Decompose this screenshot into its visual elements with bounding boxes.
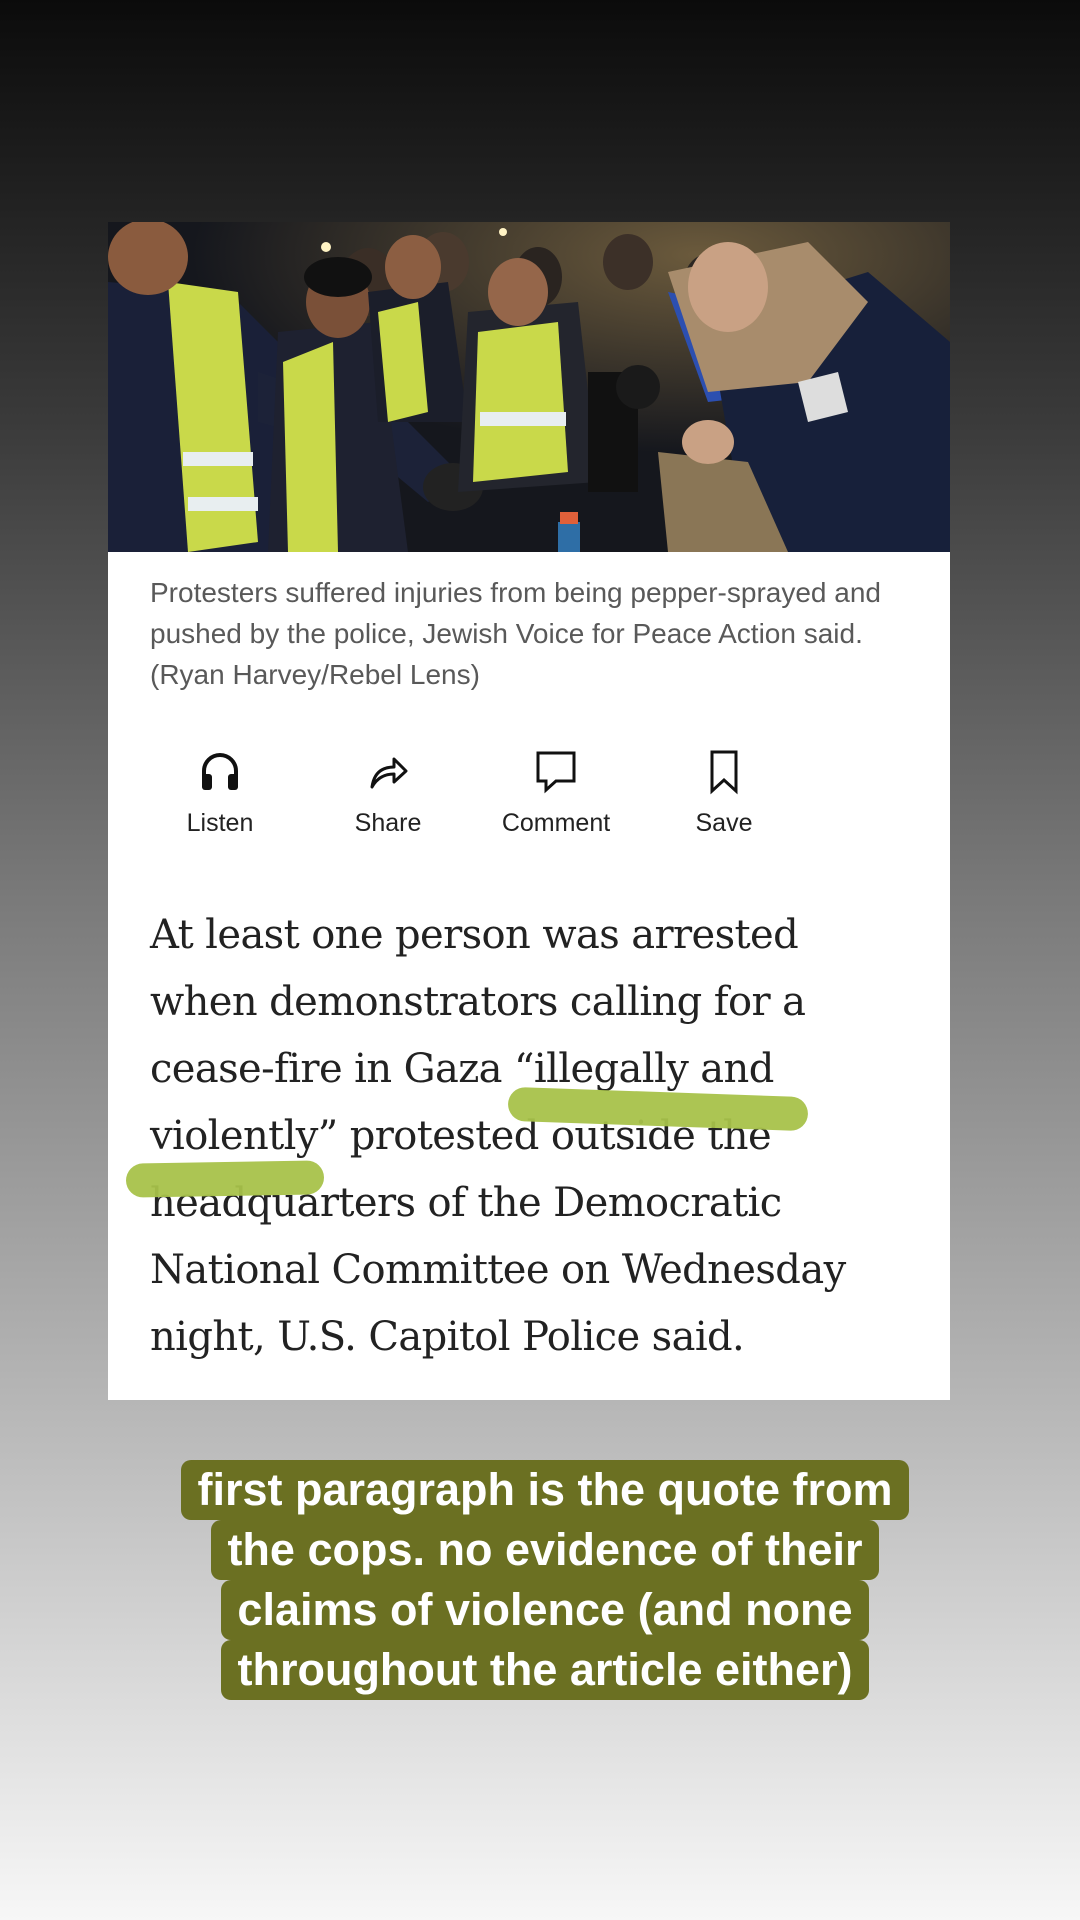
bookmark-icon <box>710 750 738 795</box>
comment-label: Comment <box>501 809 611 837</box>
protest-photo-illustration <box>108 222 950 552</box>
paragraph-line: night, U.S. Capitol Police said. <box>150 1314 745 1360</box>
photo-caption: Protesters suffered injuries from being … <box>150 577 881 690</box>
article-photo <box>108 222 950 552</box>
listen-button[interactable]: Listen <box>150 747 290 838</box>
comment-button[interactable]: Comment <box>486 747 626 838</box>
comment-bubble-icon <box>536 751 576 794</box>
share-arrow-icon <box>370 757 408 789</box>
listen-label: Listen <box>186 809 254 837</box>
save-label: Save <box>695 809 753 837</box>
share-button[interactable]: Share <box>318 747 458 838</box>
paragraph-line: when demonstrators calling for a <box>150 979 806 1025</box>
highlight-stroke <box>125 1160 325 1198</box>
overlay-line: the cops. no evidence of their <box>211 1520 879 1580</box>
share-label: Share <box>354 809 422 837</box>
article-first-paragraph: At least one person was arrested when de… <box>150 902 920 1371</box>
save-button[interactable]: Save <box>654 747 794 838</box>
article-actions-toolbar: Listen Share Comment Save <box>150 747 830 867</box>
article-card: Protesters suffered injuries from being … <box>108 222 950 1400</box>
paragraph-line: National Committee on Wednesday <box>150 1247 846 1293</box>
overlay-line: claims of violence (and none <box>221 1580 869 1640</box>
overlay-line: throughout the article either) <box>221 1640 869 1700</box>
overlay-line: first paragraph is the quote from <box>181 1460 909 1520</box>
headphones-icon <box>202 753 238 790</box>
paragraph-line: At least one person was arrested <box>150 912 799 958</box>
story-text-overlay: first paragraph is the quote from the co… <box>150 1460 940 1700</box>
